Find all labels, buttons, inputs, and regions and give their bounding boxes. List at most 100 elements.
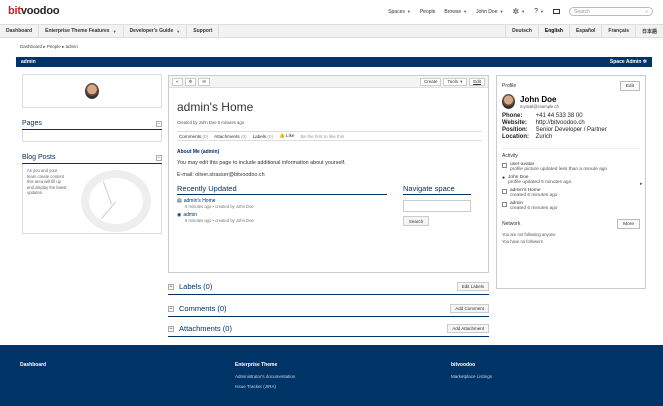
- labels-title[interactable]: Labels (0): [179, 282, 212, 291]
- collapse-icon[interactable]: −: [156, 154, 162, 161]
- website-label: Website:: [502, 120, 527, 126]
- nav-enterprise-theme[interactable]: Enterprise Theme Features ▼: [39, 25, 124, 37]
- profile-name[interactable]: John Doe: [520, 95, 559, 104]
- gear-icon: ✲: [512, 7, 520, 16]
- tab-attachments[interactable]: Attachments (0): [214, 134, 246, 139]
- breadcrumb: Dashboard ▸ People ▸ admin: [20, 44, 78, 50]
- profile-email[interactable]: mymail@example.ch: [520, 104, 559, 109]
- nav-dashboard[interactable]: Dashboard: [0, 25, 40, 37]
- breadcrumb-people[interactable]: People: [47, 44, 61, 49]
- user-icon: ◉: [177, 212, 182, 218]
- pages-panel: [22, 130, 162, 142]
- footer-heading: Enterprise Theme: [235, 362, 278, 368]
- tab-count: (0): [267, 133, 274, 139]
- activity-item[interactable]: user-avatar profile picture updated less …: [502, 162, 640, 172]
- user-label: John Doe: [476, 8, 498, 15]
- lang-label: Français: [608, 28, 629, 34]
- activity-item[interactable]: ● John Doe profile updated 5 minutes ago: [502, 175, 640, 185]
- comments-title[interactable]: Comments (0): [179, 304, 227, 313]
- more-button[interactable]: More: [617, 219, 640, 229]
- space-title[interactable]: admin: [21, 59, 36, 65]
- user-menu[interactable]: John Doe ▼: [476, 9, 503, 15]
- attachments-title[interactable]: Attachments (0): [179, 324, 232, 333]
- lang-francais[interactable]: Français: [601, 25, 635, 37]
- edit-profile-button[interactable]: Edit: [619, 81, 640, 91]
- lang-label: Español: [575, 28, 596, 34]
- blog-empty-text: As you and your team create content this…: [27, 168, 67, 195]
- space-admin-link[interactable]: Space Admin ✲: [610, 59, 647, 65]
- main-navbar: Dashboard Enterprise Theme Features ▼ Dev…: [0, 24, 663, 38]
- lang-japanese[interactable]: 日本語: [634, 25, 663, 37]
- toolbar-right: Create Tools ▼ Edit: [419, 77, 485, 86]
- pages-title: Pages: [22, 120, 42, 127]
- tools-button[interactable]: Tools ▼: [443, 77, 468, 86]
- search-placeholder: Search: [574, 8, 590, 15]
- navigate-search-input[interactable]: [403, 200, 471, 212]
- watch-button[interactable]: ✉: [198, 77, 211, 86]
- add-comment-button[interactable]: Add Comment: [450, 304, 489, 313]
- footer: Dashboard Enterprise Theme Administrator…: [0, 345, 663, 406]
- people-link[interactable]: People: [420, 9, 436, 15]
- breadcrumb-dashboard[interactable]: Dashboard: [20, 44, 42, 49]
- create-label: Create: [423, 79, 438, 84]
- chevron-down-icon: ▼: [406, 9, 411, 14]
- activity-item[interactable]: admin created 6 minutes ago: [502, 201, 640, 211]
- like-button[interactable]: 👍 Like: [279, 133, 294, 139]
- tab-comments[interactable]: Comments (0): [179, 134, 208, 139]
- footer-col-dashboard: Dashboard: [20, 360, 46, 372]
- spaces-menu[interactable]: Spaces ▼: [388, 9, 411, 15]
- footer-link[interactable]: Issue Tracker (JIRA): [235, 382, 295, 392]
- avatar[interactable]: [502, 94, 515, 109]
- navigate-button-label: Search: [408, 218, 424, 224]
- star-button[interactable]: ✲: [184, 77, 197, 86]
- tab-labels[interactable]: Labels (0): [253, 134, 273, 139]
- lang-label: 日本語: [641, 28, 657, 35]
- activity-item[interactable]: admin's Home created 6 minutes ago: [502, 188, 640, 198]
- profile-title: Profile: [502, 83, 517, 89]
- inbox-button[interactable]: [553, 9, 560, 14]
- top-nav: Spaces ▼ People Browse ▼ John Doe ▼ ✲ ▼ ? ▼ S…: [388, 7, 653, 16]
- expand-icon[interactable]: +: [168, 325, 174, 332]
- button-label: Add Comment: [455, 306, 484, 311]
- search-input[interactable]: Search ⌕: [569, 7, 653, 16]
- add-attachment-button[interactable]: Add Attachment: [447, 324, 489, 333]
- breadcrumb-admin[interactable]: admin: [66, 44, 78, 49]
- expand-icon[interactable]: +: [168, 305, 174, 312]
- lang-espanol[interactable]: Español: [568, 25, 601, 37]
- browse-label: Browse: [444, 8, 462, 15]
- footer-link[interactable]: Marketplace Listings: [451, 372, 492, 382]
- collapse-icon[interactable]: −: [156, 120, 162, 127]
- edit-labels-button[interactable]: Edit Labels: [456, 282, 489, 291]
- browse-menu[interactable]: Browse ▼: [444, 9, 467, 15]
- lang-deutsch[interactable]: Deutsch: [505, 25, 538, 37]
- network-header: Network More: [502, 219, 640, 229]
- user-icon: ●: [502, 175, 506, 181]
- lang-english[interactable]: English: [537, 25, 569, 37]
- settings-menu[interactable]: ✲ ▼: [512, 7, 525, 16]
- nav-developers-guide[interactable]: Developer's Guide ▼: [124, 25, 188, 37]
- profile-header: Profile Edit: [502, 81, 640, 91]
- footer-heading[interactable]: Dashboard: [20, 360, 46, 370]
- logo[interactable]: bitvoodoo: [8, 5, 60, 17]
- help-menu[interactable]: ? ▼: [534, 8, 544, 15]
- footer-link[interactable]: Administrator's documentation: [235, 372, 295, 382]
- chevron-left-icon: «: [176, 79, 179, 84]
- footer-col-bitvoodoo: bitvoodoo Marketplace Listings: [451, 360, 492, 382]
- chevron-right-icon[interactable]: ▸: [640, 181, 643, 187]
- blog-header: Blog Posts −: [22, 154, 162, 164]
- network-title: Network: [502, 221, 521, 227]
- navigate-search-button[interactable]: Search: [403, 216, 429, 226]
- search-icon: ⌕: [645, 8, 648, 15]
- star-icon: ✲: [188, 78, 193, 84]
- nav-label: Developer's Guide: [129, 28, 174, 34]
- created-by: Created by John Doe 6 minutes ago: [177, 120, 245, 125]
- avatar[interactable]: [85, 83, 99, 99]
- expand-icon[interactable]: +: [168, 283, 174, 290]
- activity-sub: created 6 minutes ago: [510, 193, 558, 198]
- nav-support[interactable]: Support: [187, 25, 220, 37]
- website-value[interactable]: http://bitvoodoo.ch: [536, 120, 585, 126]
- back-button[interactable]: «: [172, 77, 183, 86]
- recent-meta: 6 minutes ago • created by John Doe: [185, 204, 254, 209]
- create-button[interactable]: Create: [419, 77, 442, 86]
- edit-button[interactable]: Edit: [469, 77, 485, 86]
